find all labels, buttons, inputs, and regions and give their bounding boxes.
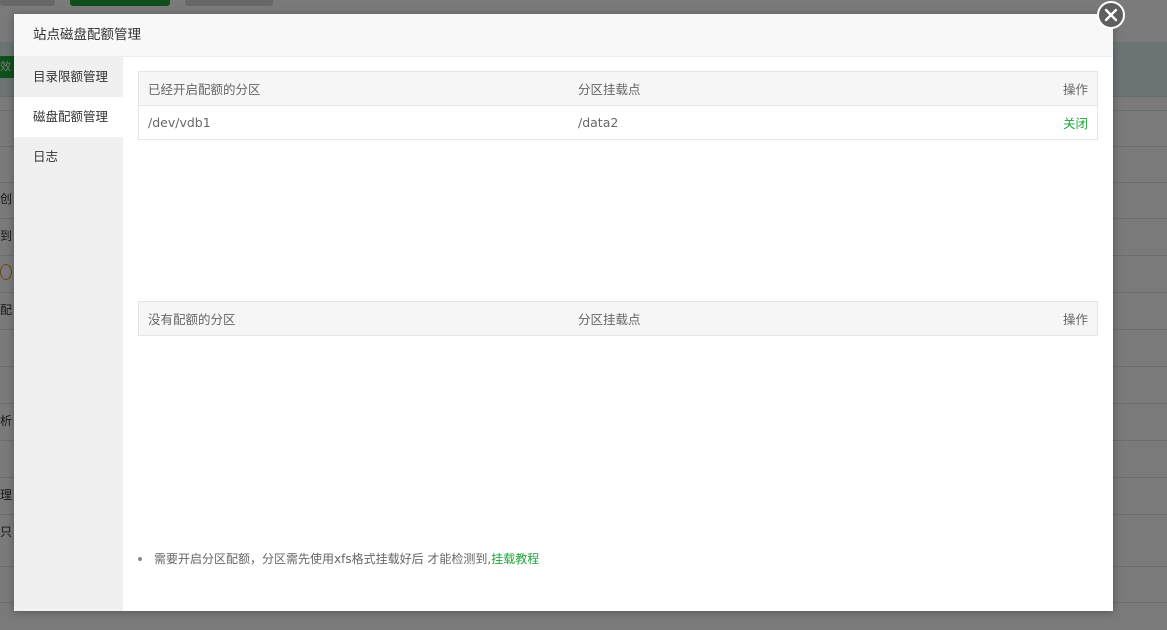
mount-point-cell: /data2	[578, 115, 619, 130]
partition-cell: /dev/vdb1	[148, 115, 211, 130]
column-header-mount: 分区挂载点	[569, 71, 999, 106]
enabled-quota-table: 已经开启配额的分区 分区挂载点 操作 /dev/vdb1 /data2 关闭	[138, 71, 1098, 140]
sidebar-item-log[interactable]: 日志	[14, 137, 123, 177]
note-text: 需要开启分区配额，分区需先使用xfs格式挂载好后 才能检测到,	[154, 552, 492, 566]
dialog-title: 站点磁盘配额管理	[14, 14, 1113, 57]
help-note: 需要开启分区配额，分区需先使用xfs格式挂载好后 才能检测到,挂载教程	[138, 550, 539, 567]
no-quota-table: 没有配额的分区 分区挂载点 操作	[138, 301, 1098, 336]
table-header-row: 已经开启配额的分区 分区挂载点 操作	[138, 71, 1098, 106]
mount-tutorial-link[interactable]: 挂载教程	[491, 552, 539, 566]
column-header-partition: 已经开启配额的分区	[138, 71, 569, 106]
table-header-row: 没有配额的分区 分区挂载点 操作	[138, 301, 1098, 336]
column-header-mount: 分区挂载点	[569, 301, 999, 336]
bullet-icon	[138, 556, 142, 561]
column-header-action: 操作	[999, 301, 1098, 336]
table-row: /dev/vdb1 /data2 关闭	[139, 106, 1098, 140]
close-icon	[1104, 8, 1118, 22]
dialog-sidebar: 目录限额管理 磁盘配额管理 日志	[14, 57, 123, 611]
column-header-partition: 没有配额的分区	[138, 301, 569, 336]
close-dialog-button[interactable]	[1097, 1, 1125, 29]
dialog-content: 已经开启配额的分区 分区挂载点 操作 /dev/vdb1 /data2 关闭 没…	[138, 71, 1098, 336]
sidebar-item-disk-quota[interactable]: 磁盘配额管理	[14, 97, 123, 137]
disk-quota-dialog: 站点磁盘配额管理 目录限额管理 磁盘配额管理 日志 已经开启配额的分区 分区挂载…	[14, 14, 1113, 611]
column-header-action: 操作	[999, 71, 1098, 106]
sidebar-item-directory-quota[interactable]: 目录限额管理	[14, 57, 123, 97]
close-quota-link[interactable]: 关闭	[1063, 116, 1088, 131]
